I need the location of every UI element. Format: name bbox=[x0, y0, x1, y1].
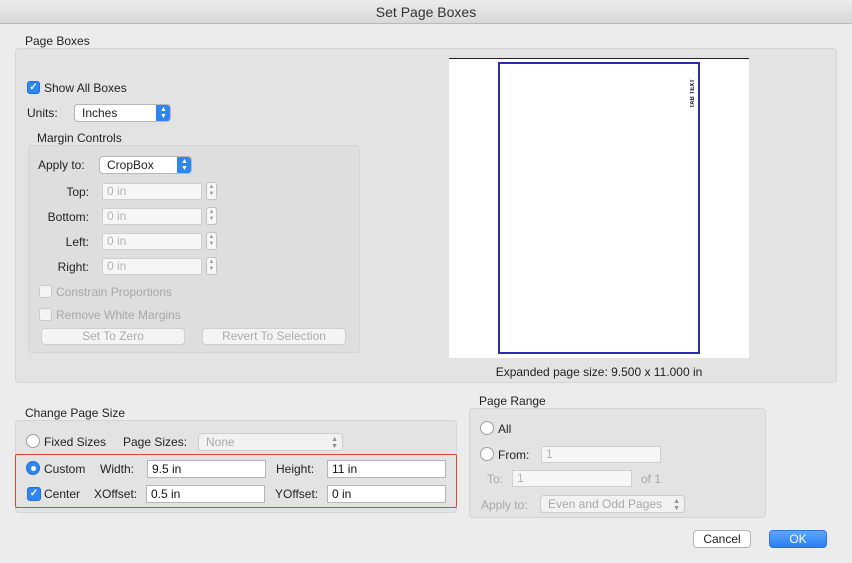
of-pages-label: of 1 bbox=[641, 472, 662, 486]
right-label: Right: bbox=[57, 260, 89, 274]
from-label: From: bbox=[498, 448, 530, 462]
set-to-zero-button[interactable]: Set To Zero bbox=[41, 328, 185, 345]
top-field[interactable]: 0 in bbox=[102, 183, 202, 200]
yoffset-field[interactable]: 0 in bbox=[327, 485, 446, 503]
custom-label: Custom bbox=[44, 462, 86, 476]
apply-to-value: CropBox bbox=[107, 158, 154, 172]
left-field[interactable]: 0 in bbox=[102, 233, 202, 250]
from-field[interactable]: 1 bbox=[541, 446, 661, 463]
xoffset-field[interactable]: 0.5 in bbox=[146, 485, 265, 503]
bottom-field[interactable]: 0 in bbox=[102, 208, 202, 225]
center-checkbox[interactable] bbox=[27, 487, 41, 501]
show-all-boxes-checkbox[interactable] bbox=[27, 81, 40, 94]
page-sizes-value: None bbox=[206, 435, 235, 449]
xoffset-label: XOffset: bbox=[94, 487, 138, 501]
bottom-stepper[interactable]: ▲ ▼ bbox=[206, 207, 217, 225]
page-sizes-label: Page Sizes: bbox=[123, 435, 188, 449]
center-label: Center bbox=[44, 487, 81, 501]
apply-to-popup[interactable]: CropBox ▲ ▼ bbox=[99, 156, 192, 174]
page-range-apply-to-popup[interactable]: Even and Odd Pages ▲ ▼ bbox=[540, 495, 685, 513]
to-label: To: bbox=[487, 472, 504, 486]
right-stepper[interactable]: ▲ ▼ bbox=[206, 257, 217, 275]
page-range-title: Page Range bbox=[479, 394, 546, 408]
custom-radio[interactable] bbox=[26, 461, 40, 475]
popup-arrows-icon: ▲ ▼ bbox=[177, 157, 191, 173]
units-value: Inches bbox=[82, 106, 118, 120]
remove-white-margins-label: Remove White Margins bbox=[56, 308, 181, 322]
page-tab-text: TAB TEXT bbox=[690, 79, 696, 108]
popup-arrows-icon: ▲ ▼ bbox=[156, 105, 170, 121]
from-radio[interactable] bbox=[480, 447, 494, 461]
change-page-size-title: Change Page Size bbox=[25, 406, 126, 420]
width-field[interactable]: 9.5 in bbox=[147, 460, 266, 478]
top-stepper[interactable]: ▲ ▼ bbox=[206, 182, 217, 200]
page-sizes-popup[interactable]: None ▲ ▼ bbox=[198, 433, 343, 451]
page-preview: TAB TEXT bbox=[449, 58, 749, 358]
page-boxes-title: Page Boxes bbox=[25, 34, 90, 48]
constrain-proportions-checkbox[interactable] bbox=[39, 285, 52, 298]
width-label: Width: bbox=[100, 462, 135, 476]
popup-arrows-icon: ▲ ▼ bbox=[331, 436, 338, 450]
popup-arrows-icon: ▲ ▼ bbox=[673, 498, 680, 512]
page-range-apply-to-value: Even and Odd Pages bbox=[548, 497, 663, 511]
all-pages-label: All bbox=[498, 422, 512, 436]
margin-controls-title: Margin Controls bbox=[37, 131, 122, 145]
height-field[interactable]: 11 in bbox=[327, 460, 446, 478]
constrain-proportions-label: Constrain Proportions bbox=[56, 285, 173, 299]
window-title: Set Page Boxes bbox=[0, 0, 852, 24]
to-field[interactable]: 1 bbox=[512, 470, 632, 487]
bottom-label: Bottom: bbox=[47, 210, 89, 224]
expanded-page-size-text: Expanded page size: 9.500 x 11.000 in bbox=[495, 365, 703, 379]
fixed-sizes-label: Fixed Sizes bbox=[44, 435, 107, 449]
apply-to-label: Apply to: bbox=[38, 158, 85, 172]
left-label: Left: bbox=[65, 235, 89, 249]
preview-media-line bbox=[449, 58, 749, 59]
units-label: Units: bbox=[27, 106, 58, 120]
height-label: Height: bbox=[276, 462, 315, 476]
remove-white-margins-checkbox[interactable] bbox=[39, 308, 52, 321]
crop-box: TAB TEXT bbox=[498, 62, 700, 354]
cancel-button[interactable]: Cancel bbox=[693, 530, 751, 548]
revert-to-selection-button[interactable]: Revert To Selection bbox=[202, 328, 346, 345]
left-stepper[interactable]: ▲ ▼ bbox=[206, 232, 217, 250]
yoffset-label: YOffset: bbox=[275, 487, 319, 501]
show-all-boxes-label: Show All Boxes bbox=[44, 81, 127, 95]
all-pages-radio[interactable] bbox=[480, 421, 494, 435]
page-range-apply-to-label: Apply to: bbox=[481, 498, 528, 512]
ok-button[interactable]: OK bbox=[769, 530, 827, 548]
units-popup[interactable]: Inches ▲ ▼ bbox=[74, 104, 171, 122]
right-field[interactable]: 0 in bbox=[102, 258, 202, 275]
top-label: Top: bbox=[66, 185, 89, 199]
fixed-sizes-radio[interactable] bbox=[26, 434, 40, 448]
